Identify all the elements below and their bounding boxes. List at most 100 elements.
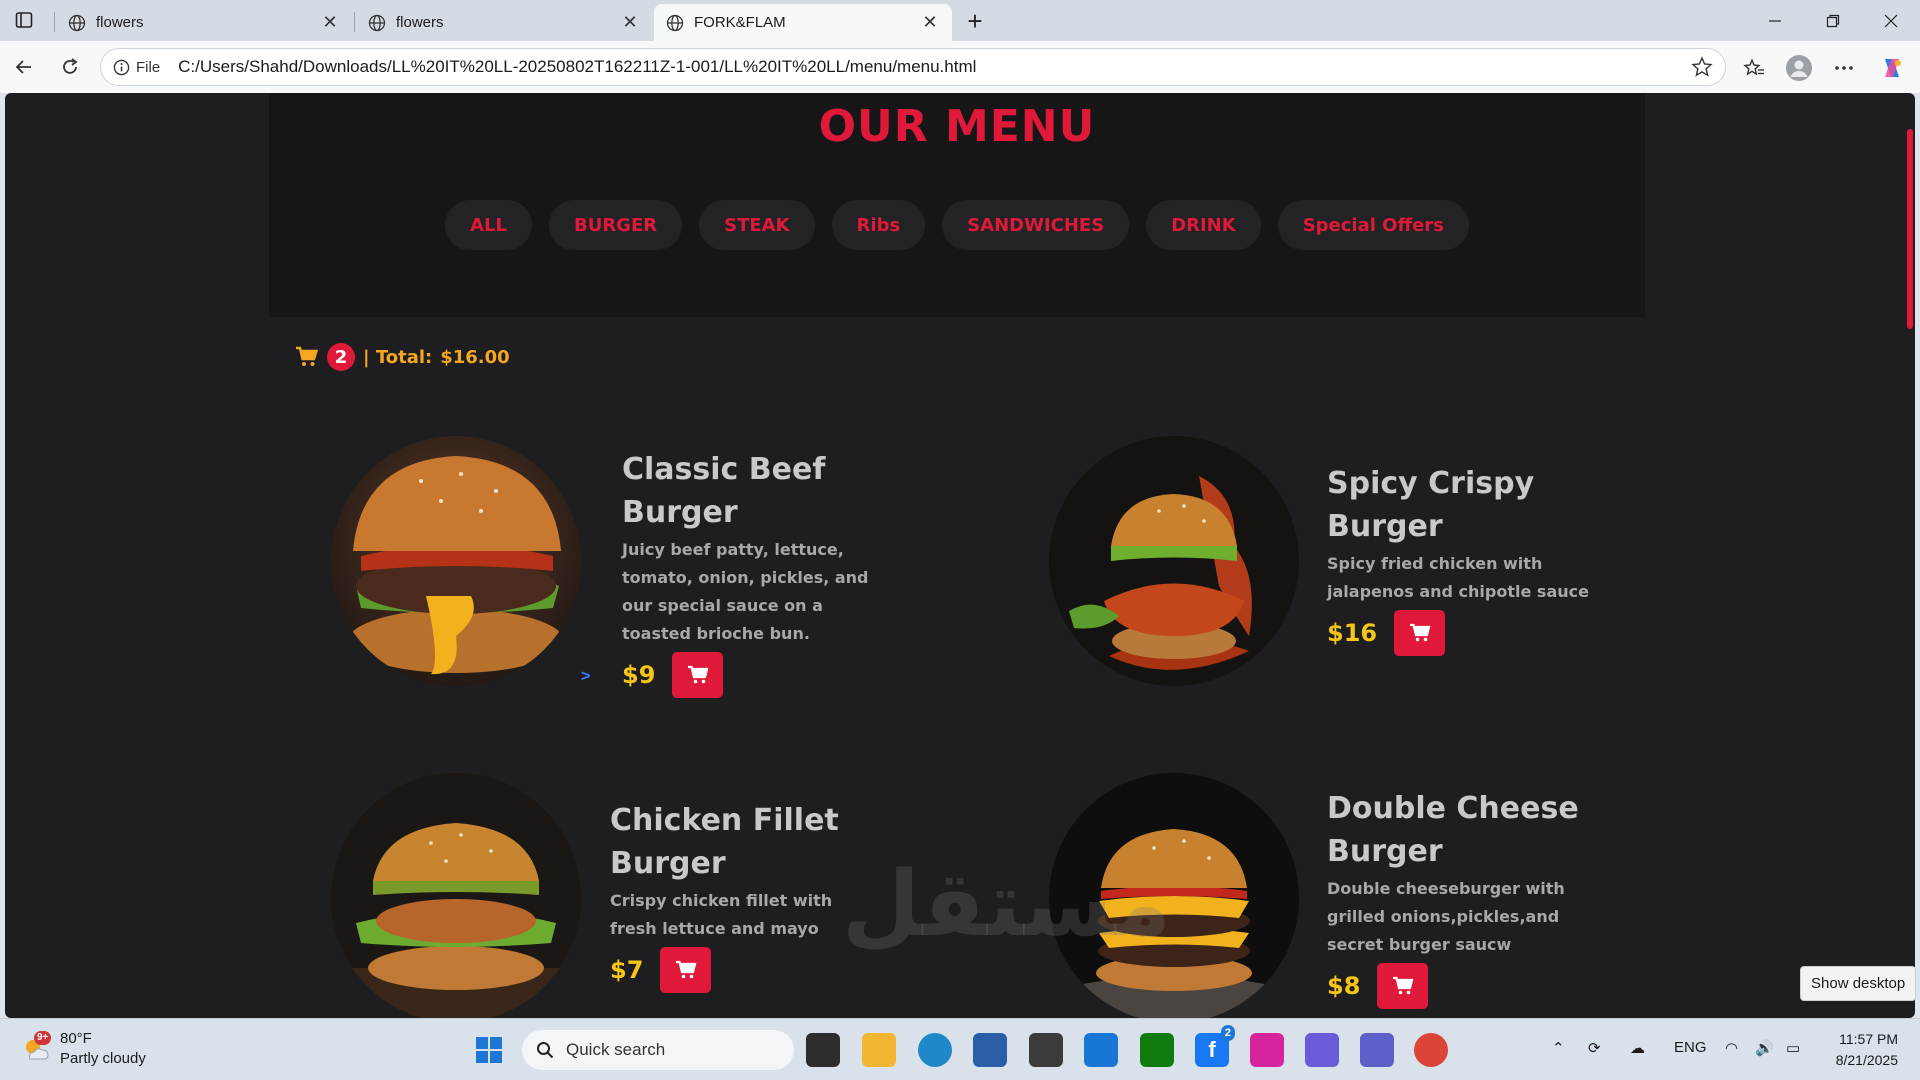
store-icon[interactable] [973,1033,1007,1067]
taskbar-search[interactable]: Quick search [522,1030,794,1070]
cart-count-badge: 2 [327,343,355,371]
tab-separator [54,12,55,32]
minimize-icon[interactable] [1746,0,1804,41]
add-to-cart-button[interactable] [1377,963,1429,1009]
address-bar[interactable]: File C:/Users/Shahd/Downloads/LL%20IT%20… [100,48,1726,86]
item-price: $9 [622,661,656,689]
app-cube-icon[interactable] [1029,1033,1063,1067]
tab-title: flowers [96,14,144,31]
tab-title: FORK&FLAM [694,14,786,31]
weather-badge: 9+ [34,1031,52,1045]
chicken-fillet-burger-image [331,773,581,1018]
wifi-icon[interactable]: ◠ [1725,1039,1738,1057]
sync-icon[interactable]: ⟳ [1588,1039,1601,1057]
item-name: Classic Beef Burger [622,452,826,530]
show-hidden-icons-icon[interactable]: ⌃ [1552,1039,1565,1057]
start-icon[interactable] [472,1033,506,1067]
language-indicator[interactable]: ENG [1674,1039,1707,1056]
azure-icon[interactable] [1084,1033,1118,1067]
add-to-cart-button[interactable] [672,652,724,698]
arrow-text: > [581,668,591,685]
clock-time: 11:57 PM [1839,1031,1898,1047]
cart-icon [687,665,709,684]
page-title: OUR MENU [818,101,1096,152]
cart-total-value: $16.00 [440,346,510,368]
tab-forkflam[interactable]: FORK&FLAM ✕ [654,4,952,41]
show-desktop-tooltip: Show desktop [1800,966,1917,1001]
cart-summary[interactable]: 2 | Total: $16.00 [295,343,510,371]
menu-item-spicy-crispy: Spicy Crispy Burger Spicy fried chicken w… [1327,462,1597,656]
close-icon[interactable]: ✕ [320,12,340,33]
profile-avatar-icon[interactable] [1784,53,1814,83]
restore-icon[interactable] [1804,0,1862,41]
add-to-cart-button[interactable] [660,947,712,993]
search-placeholder: Quick search [566,1040,666,1059]
tab-flowers-1[interactable]: flowers ✕ [56,4,352,41]
spicy-crispy-burger-image [1049,436,1299,686]
cart-icon [675,960,697,979]
taskbar-clock[interactable]: 11:57 PM 8/21/2025 [1836,1029,1898,1071]
cart-icon [296,346,319,366]
tab-actions-icon[interactable] [10,8,38,32]
site-info-button[interactable]: File [113,59,174,76]
menu-item-classic-beef: Classic Beef Burger Juicy beef patty, let… [622,448,882,698]
new-tab-icon[interactable]: + [960,6,990,36]
info-icon [113,59,130,75]
item-description: Double cheeseburger with grilled onions,… [1327,879,1565,954]
onedrive-icon[interactable]: ☁ [1630,1039,1645,1057]
url-scheme-label: File [136,58,161,76]
add-to-cart-button[interactable] [1394,610,1446,656]
tab-separator [354,12,355,32]
favorite-star-icon[interactable] [1691,56,1713,83]
xbox-icon[interactable] [1140,1033,1174,1067]
taskbar: 9+ 80°F Partly cloudy Quick search f 2 ⌃… [0,1018,1920,1080]
edge-icon[interactable] [918,1033,952,1067]
category-ribs-button[interactable]: Ribs [831,200,926,250]
close-icon[interactable]: ✕ [920,12,940,33]
category-all-button[interactable]: ALL [445,200,532,250]
back-icon[interactable] [8,51,40,83]
chrome-icon[interactable] [1414,1033,1448,1067]
item-description: Juicy beef patty, lettuce, tomato, onion… [622,540,869,643]
category-burger-button[interactable]: BURGER [548,200,683,250]
menu-item-chicken-fillet: Chicken Fillet Burger Crispy chicken fill… [610,799,870,993]
tab-title: flowers [396,14,444,31]
browser-toolbar: File C:/Users/Shahd/Downloads/LL%20IT%20… [0,41,1920,93]
task-view-icon[interactable] [806,1033,840,1067]
tab-bar: flowers ✕ flowers ✕ FORK&FLAM ✕ + [0,0,1920,41]
item-name: Chicken Fillet Burger [610,803,839,881]
item-price: $16 [1327,619,1378,647]
page-scrollbar[interactable] [1907,129,1913,329]
more-options-icon[interactable] [1829,53,1859,83]
instagram-icon[interactable] [1250,1033,1284,1067]
url-text[interactable]: C:/Users/Shahd/Downloads/LL%20IT%20LL-20… [178,57,976,77]
menu-item-double-cheese: Double Cheese Burger Double cheeseburger … [1327,787,1597,1009]
item-description: Spicy fried chicken with jalapenos and c… [1327,554,1589,601]
category-steak-button[interactable]: STEAK [699,200,815,250]
file-explorer-icon[interactable] [862,1033,896,1067]
category-sandwiches-button[interactable]: SANDWICHES [942,200,1130,250]
globe-icon [666,14,684,31]
category-special-offers-button[interactable]: Special Offers [1277,200,1469,250]
category-drink-button[interactable]: DRINK [1146,200,1261,250]
teams-icon[interactable] [1360,1033,1394,1067]
item-name: Double Cheese Burger [1327,791,1579,869]
close-window-icon[interactable] [1862,0,1920,41]
menu-header: OUR MENU ALL BURGER STEAK Ribs SANDWICHE… [269,93,1645,317]
refresh-icon[interactable] [54,51,86,83]
volume-icon[interactable]: 🔊 [1755,1039,1774,1057]
tab-flowers-2[interactable]: flowers ✕ [356,4,652,41]
facebook-icon[interactable]: f 2 [1195,1025,1235,1067]
weather-widget[interactable]: 9+ 80°F Partly cloudy [20,1029,146,1069]
cart-icon [1392,976,1414,995]
battery-icon[interactable]: ▭ [1786,1039,1800,1057]
copilot-icon[interactable] [1877,53,1907,83]
watermark: مستقل [842,852,1172,957]
close-icon[interactable]: ✕ [620,12,640,33]
weather-description: Partly cloudy [60,1050,146,1067]
item-name: Spicy Crispy Burger [1327,466,1535,544]
weather-icon: 9+ [20,1031,52,1065]
favorites-icon[interactable] [1739,53,1769,83]
item-price: $7 [610,956,644,984]
copilot-app-icon[interactable] [1305,1033,1339,1067]
